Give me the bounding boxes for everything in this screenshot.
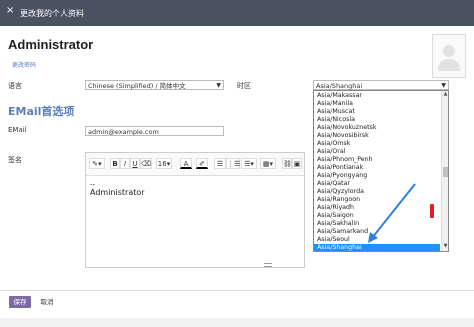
timezone-label: 时区: [237, 82, 251, 90]
align-dropdown[interactable]: ☰▾: [241, 158, 257, 169]
underline-button[interactable]: U: [130, 158, 140, 169]
picture-icon[interactable]: ▣: [292, 158, 302, 169]
save-button[interactable]: 保存: [9, 296, 31, 308]
dropdown-option[interactable]: Asia/Manila: [314, 100, 440, 108]
bold-button[interactable]: B: [110, 158, 120, 169]
unordered-list-button[interactable]: ☰: [214, 158, 226, 169]
language-value: Chinese (Simplified) / 简体中文: [88, 82, 186, 90]
dropdown-option[interactable]: Asia/Nicosia: [314, 116, 440, 124]
bottom-strip: [0, 318, 474, 327]
avatar[interactable]: [432, 34, 466, 78]
dropdown-option[interactable]: Asia/Omsk: [314, 140, 440, 148]
dropdown-option[interactable]: Asia/Muscat: [314, 108, 440, 116]
font-color-button[interactable]: A: [180, 158, 192, 169]
scroll-thumb[interactable]: [443, 167, 448, 177]
signature-name: Administrator: [90, 188, 145, 197]
dropdown-option[interactable]: Asia/Oral: [314, 148, 440, 156]
scroll-up-icon[interactable]: ▲: [442, 91, 448, 98]
timezone-value: Asia/Shanghai: [316, 82, 363, 90]
email-value: admin@example.com: [88, 128, 159, 136]
chevron-down-icon: ▼: [216, 82, 221, 89]
user-name-heading: Administrator: [8, 37, 94, 52]
annotation-arrow-icon: [368, 183, 416, 243]
dropdown-option[interactable]: Asia/Phnom_Penh: [314, 156, 440, 164]
dropdown-option[interactable]: Asia/Pontianak: [314, 164, 440, 172]
email-label: EMail: [8, 126, 27, 134]
highlight-icon[interactable]: ✐: [196, 158, 208, 169]
link-icon[interactable]: ⛓: [282, 158, 292, 169]
dropdown-option[interactable]: Asia/Novosibirsk: [314, 132, 440, 140]
magic-style-button[interactable]: ✎▾: [89, 158, 105, 169]
signature-label: 签名: [8, 156, 22, 164]
italic-button[interactable]: I: [120, 158, 130, 169]
user-placeholder-icon: [438, 45, 460, 71]
font-size-dropdown[interactable]: 16▾: [156, 158, 172, 169]
email-preferences-heading: EMail首选项: [8, 105, 75, 118]
dropdown-option[interactable]: Asia/Pyongyang: [314, 172, 440, 180]
change-password-link[interactable]: 更改密码: [12, 60, 36, 69]
dropdown-option[interactable]: Asia/Makassar: [314, 92, 440, 100]
language-select[interactable]: Chinese (Simplified) / 简体中文 ▼: [85, 80, 224, 90]
footer-divider: [0, 290, 474, 291]
signature-editor[interactable]: ✎▾ B I U ⌫ 16▾ A ✐ ☰ ⋮☰ ☰▾ ▦▾ ⛓ ▣ -- Adm…: [85, 152, 305, 268]
eraser-button[interactable]: ⌫: [140, 158, 152, 169]
editor-content[interactable]: -- Administrator: [90, 181, 145, 197]
scroll-down-icon[interactable]: ▼: [442, 243, 448, 250]
email-field[interactable]: admin@example.com: [85, 126, 224, 136]
table-dropdown[interactable]: ▦▾: [260, 158, 276, 169]
dropdown-scrollbar[interactable]: ▲ ▼: [441, 91, 448, 251]
timezone-select[interactable]: Asia/Shanghai ▼: [313, 80, 449, 90]
editor-toolbar: ✎▾ B I U ⌫ 16▾ A ✐ ☰ ⋮☰ ☰▾ ▦▾ ⛓ ▣: [86, 153, 304, 176]
language-label: 语言: [8, 82, 22, 90]
cancel-button[interactable]: 取消: [37, 296, 57, 308]
close-icon[interactable]: ×: [6, 6, 14, 16]
red-annotation-mark: [430, 204, 434, 218]
dialog-titlebar: × 更改我的个人资料: [0, 0, 474, 26]
resize-handle[interactable]: [264, 263, 272, 267]
ordered-list-button[interactable]: ⋮☰: [226, 158, 240, 169]
dialog-title: 更改我的个人资料: [20, 9, 84, 18]
dropdown-option[interactable]: Asia/Novokuznetsk: [314, 124, 440, 132]
